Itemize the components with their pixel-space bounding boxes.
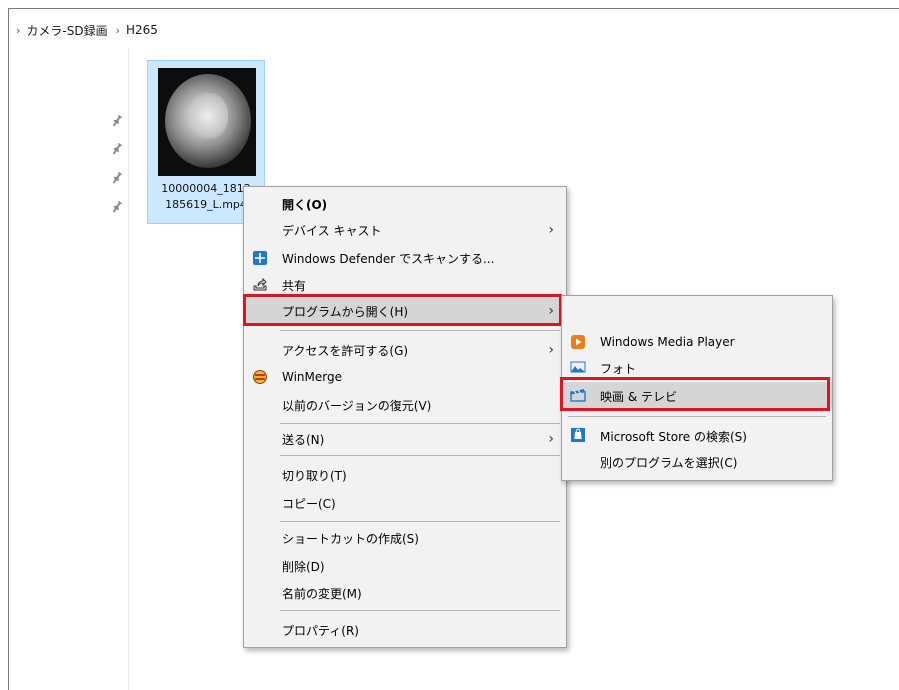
menu-item-open[interactable]: 開く(O): [244, 191, 566, 217]
submenu-item-choose-another-app[interactable]: 別のプログラムを選択(C): [562, 448, 832, 474]
breadcrumb-item-camera-sd[interactable]: カメラ-SD録画: [26, 22, 107, 39]
menu-item-rename[interactable]: 名前の変更(M): [244, 580, 566, 606]
menu-item-label: 共有: [282, 278, 307, 293]
menu-item-label: 名前の変更(M): [282, 586, 362, 601]
menu-item-label: コピー(C): [282, 496, 336, 511]
share-icon: [252, 277, 268, 293]
menu-item-send-to[interactable]: 送る(N) ›: [244, 426, 566, 452]
highlight-box-movies-tv: [560, 377, 830, 411]
pin-icon[interactable]: [110, 142, 124, 156]
menu-item-delete[interactable]: 削除(D): [244, 553, 566, 579]
menu-item-label: フォト: [600, 362, 637, 376]
menu-item-label: アクセスを許可する(G): [282, 343, 409, 358]
menu-item-label: 別のプログラムを選択(C): [600, 456, 738, 470]
menu-item-label: 切り取り(T): [282, 468, 347, 483]
menu-item-grant-access[interactable]: アクセスを許可する(G) ›: [244, 337, 566, 363]
chevron-right-icon: ›: [548, 222, 554, 238]
breadcrumb-separator: ›: [16, 23, 21, 37]
menu-item-label: 開く(O): [282, 197, 328, 212]
menu-item-device-cast[interactable]: デバイス キャスト ›: [244, 217, 566, 243]
menu-separator: [280, 330, 560, 331]
menu-item-label: Microsoft Store の検索(S): [600, 430, 747, 444]
menu-item-properties[interactable]: プロパティ(R): [244, 617, 566, 643]
submenu-item-windows-media-player[interactable]: Windows Media Player: [562, 329, 832, 355]
window-top-strip: [8, 0, 899, 8]
menu-item-copy[interactable]: コピー(C): [244, 490, 566, 516]
menu-separator: [280, 423, 560, 424]
defender-shield-icon: [252, 250, 268, 266]
menu-item-label: デバイス キャスト: [282, 223, 382, 238]
winmerge-icon: [252, 369, 268, 385]
menu-item-create-shortcut[interactable]: ショートカットの作成(S): [244, 525, 566, 551]
windows-media-player-icon: [570, 334, 586, 350]
menu-item-label: Windows Media Player: [600, 335, 735, 349]
chevron-right-icon: ›: [548, 342, 554, 358]
menu-item-label: ショートカットの作成(S): [282, 531, 419, 546]
video-thumbnail: [158, 68, 256, 176]
photos-icon: [570, 359, 586, 375]
menu-item-label: 削除(D): [282, 559, 325, 574]
microsoft-store-icon: [570, 427, 586, 443]
menu-item-winmerge[interactable]: WinMerge: [244, 364, 566, 390]
menu-item-defender-scan[interactable]: Windows Defender でスキャンする...: [244, 245, 566, 271]
chevron-right-icon: ›: [548, 431, 554, 447]
menu-item-label: Windows Defender でスキャンする...: [282, 251, 495, 266]
menu-item-label: WinMerge: [282, 370, 342, 384]
pin-icon[interactable]: [110, 171, 124, 185]
menu-item-label: 送る(N): [282, 432, 325, 447]
context-menu: 開く(O) デバイス キャスト › Windows Defender でスキャン…: [243, 186, 567, 648]
menu-item-cut[interactable]: 切り取り(T): [244, 462, 566, 488]
menu-separator: [280, 610, 560, 611]
pin-icon[interactable]: [110, 114, 124, 128]
menu-separator: [280, 521, 560, 522]
submenu-item-microsoft-store[interactable]: Microsoft Store の検索(S): [562, 422, 832, 448]
highlight-box-open-with: [243, 294, 562, 326]
pin-icon[interactable]: [110, 200, 124, 214]
menu-item-label: プロパティ(R): [282, 623, 359, 638]
menu-separator: [280, 455, 560, 456]
menu-item-label: 以前のバージョンの復元(V): [282, 398, 432, 413]
menu-separator: [568, 416, 826, 417]
fisheye-center: [188, 93, 228, 139]
breadcrumb-item-h265[interactable]: H265: [126, 23, 158, 37]
menu-item-restore-previous[interactable]: 以前のバージョンの復元(V): [244, 392, 566, 418]
breadcrumb-separator: ›: [115, 23, 121, 37]
nav-pane-divider: [128, 48, 129, 690]
breadcrumb: › カメラ-SD録画 › H265: [16, 20, 166, 40]
